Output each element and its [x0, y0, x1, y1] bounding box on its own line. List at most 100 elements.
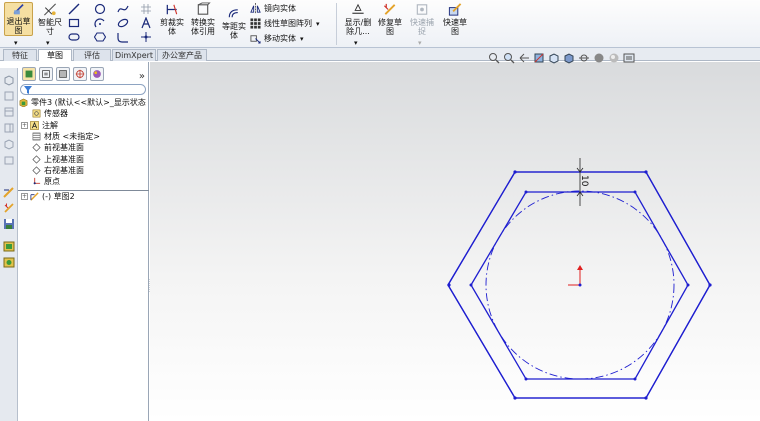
trim-entities-button[interactable]: 剪裁实 体	[158, 2, 186, 36]
tree-node-sensors[interactable]: 传感器	[18, 108, 149, 119]
text-icon[interactable]	[140, 17, 152, 29]
dimxpert-manager-tab-icon[interactable]	[73, 67, 87, 81]
tree-node-front-plane[interactable]: 前视基准面	[18, 142, 149, 153]
repair-sketch-button[interactable]: 修复草 图	[376, 2, 404, 36]
move-label: 移动实体	[264, 34, 296, 43]
smart-dimension-button[interactable]: 智能尺 寸	[36, 2, 64, 36]
display-manager-tab-icon[interactable]	[90, 67, 104, 81]
trim-icon	[166, 4, 178, 15]
view-top-icon[interactable]	[3, 106, 15, 118]
spline-icon[interactable]	[117, 3, 129, 15]
convert-label: 转换实 体引用	[191, 18, 215, 36]
linear-pattern-label: 线性草图阵列	[264, 19, 312, 28]
move-entities-button[interactable]: 移动实体 ▾	[250, 32, 304, 45]
tree-node-part[interactable]: 零件3 (默认<<默认>_显示状态	[18, 97, 149, 108]
line-icon[interactable]	[68, 3, 80, 15]
sketch-pencil-icon[interactable]	[3, 186, 15, 198]
tree-node-annotations[interactable]: + 注解	[18, 120, 149, 131]
right-plane-label: 右视基准面	[44, 165, 84, 175]
display-delete-relations-button[interactable]: 显示/删 除几...	[342, 2, 374, 36]
quick-snaps-icon	[416, 4, 428, 15]
rapid-sketch-button[interactable]: 快速草 图	[440, 2, 470, 36]
repair-sketch-icon	[383, 3, 396, 15]
circle-icon[interactable]	[94, 3, 106, 15]
sketch-label: (-) 草图2	[42, 191, 75, 201]
sketch-origin-icon	[568, 265, 583, 287]
sketch-expander[interactable]: +	[21, 192, 28, 200]
convert-entities-icon	[197, 2, 211, 15]
offset-label: 等距实 体	[222, 22, 246, 40]
linear-pattern-dropdown[interactable]: ▾	[316, 20, 320, 28]
tree-node-origin[interactable]: 原点	[18, 176, 149, 187]
tree-filter-box[interactable]	[20, 84, 146, 95]
configuration-manager-tab-icon[interactable]	[56, 67, 70, 81]
linear-pattern-button[interactable]: 线性草图阵列 ▾	[250, 17, 320, 30]
tab-evaluate[interactable]: 评估	[73, 49, 111, 61]
left-toolbar	[0, 68, 18, 421]
library-icon[interactable]	[3, 240, 15, 252]
offset-icon	[228, 9, 238, 18]
feature-tree: 零件3 (默认<<默认>_显示状态 传感器 + 注解 材质 <未指定> 前视基准…	[18, 97, 149, 202]
arc-icon[interactable]	[94, 17, 106, 29]
tree-node-top-plane[interactable]: 上视基准面	[18, 153, 149, 164]
repair-icon[interactable]	[3, 202, 15, 214]
linear-pattern-icon	[250, 18, 261, 29]
view-iso-icon[interactable]	[3, 138, 15, 150]
part-label: 零件3 (默认<<默认>_显示状态	[31, 98, 146, 108]
view-right-icon[interactable]	[3, 122, 15, 134]
move-dropdown[interactable]: ▾	[300, 35, 304, 43]
graphics-area[interactable]: 10	[150, 53, 760, 421]
tree-node-material[interactable]: 材质 <未指定>	[18, 131, 149, 142]
rapid-sketch-label: 快速草 图	[443, 18, 467, 36]
tab-sketch[interactable]: 草图	[38, 49, 72, 61]
view-normal-icon[interactable]	[3, 154, 15, 166]
slot-icon[interactable]	[68, 31, 80, 43]
material-icon	[32, 132, 41, 141]
exit-sketch-label: 退出草 图	[6, 17, 31, 35]
sketch-icon	[30, 191, 39, 201]
relations-icon	[352, 3, 364, 14]
exit-sketch-icon	[13, 4, 24, 15]
fillet-icon[interactable]	[117, 31, 129, 43]
panel-expand-arrow[interactable]: »	[139, 71, 145, 82]
tab-office-products[interactable]: 办公室产品	[157, 49, 207, 61]
mirror-entities-button[interactable]: 镜向实体	[250, 2, 296, 15]
smart-dimension-icon	[43, 3, 57, 16]
appearance-icon[interactable]	[3, 256, 15, 268]
annotations-expander[interactable]: +	[21, 121, 28, 129]
cube-icon[interactable]	[3, 74, 15, 86]
filter-icon	[24, 86, 32, 94]
tree-node-sketch[interactable]: + (-) 草图2	[18, 190, 149, 201]
ribbon-separator	[336, 3, 337, 45]
grid-icon[interactable]	[140, 3, 152, 15]
feature-manager-panel: » 零件3 (默认<<默认>_显示状态 传感器 + 注解 材质 <未指定> 前视…	[18, 62, 149, 421]
offset-dimension[interactable]: 10	[576, 158, 589, 206]
sketch-canvas[interactable]: 10	[150, 62, 760, 421]
property-manager-tab-icon[interactable]	[39, 67, 53, 81]
command-manager-tabs: 特征 草图 评估 DimXpert 办公室产品	[0, 48, 760, 61]
save-icon[interactable]	[3, 218, 15, 230]
trim-label: 剪裁实 体	[160, 18, 184, 36]
plane-icon	[32, 143, 41, 152]
quick-snaps-button[interactable]: 快速捕 捉	[408, 2, 436, 36]
rapid-sketch-icon	[448, 3, 462, 16]
offset-entities-button[interactable]: 等距实 体	[220, 6, 248, 40]
tab-features[interactable]: 特征	[3, 49, 37, 61]
point-icon[interactable]	[140, 31, 152, 43]
feature-manager-tab-icon[interactable]	[22, 67, 36, 81]
tab-dimxpert[interactable]: DimXpert	[112, 49, 156, 61]
dimension-value[interactable]: 10	[579, 175, 589, 187]
tree-node-right-plane[interactable]: 右视基准面	[18, 165, 149, 176]
quick-snaps-label: 快速捕 捉	[410, 18, 434, 36]
convert-entities-button[interactable]: 转换实 体引用	[188, 2, 218, 36]
annotations-label: 注解	[42, 120, 58, 130]
exit-sketch-button[interactable]: 退出草 图	[4, 2, 33, 36]
mirror-label: 镜向实体	[264, 4, 296, 13]
view-front-icon[interactable]	[3, 90, 15, 102]
plane-icon	[32, 166, 41, 175]
rectangle-icon[interactable]	[68, 17, 80, 29]
material-label: 材质 <未指定>	[44, 132, 100, 142]
ellipse-icon[interactable]	[117, 17, 129, 29]
front-plane-label: 前视基准面	[44, 143, 84, 153]
polygon-icon[interactable]	[94, 31, 106, 43]
